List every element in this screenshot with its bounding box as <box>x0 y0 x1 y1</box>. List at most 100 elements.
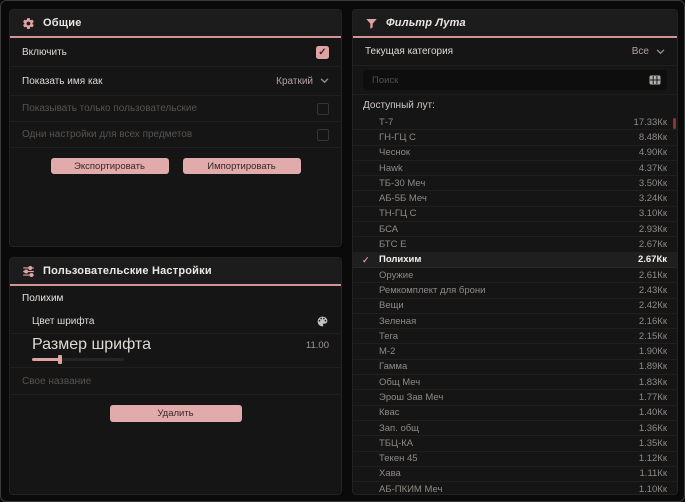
list-item-value: 2.42Кк <box>638 300 667 312</box>
list-item[interactable]: АБ-5Б Меч 3.24Кк <box>353 191 677 207</box>
font-size-value: 11.00 <box>305 339 329 351</box>
export-import-row: Экспортировать Импортировать <box>10 148 341 174</box>
list-item-name: ТБЦ-КА <box>379 437 414 449</box>
search-row <box>353 66 677 95</box>
check-icon: ✓ <box>362 254 370 265</box>
list-item[interactable]: Зеленая 2.16Кк <box>353 314 677 330</box>
list-item[interactable]: ✓ Полихим 2.67Кк <box>353 252 677 268</box>
list-item[interactable]: Вещи 2.42Кк <box>353 299 677 314</box>
show-name-select[interactable]: Краткий <box>276 76 329 87</box>
font-color-row: Цвет шрифта <box>10 310 341 334</box>
custom-panel-title: Пользовательские Настройки <box>43 265 212 277</box>
gear-icon <box>22 17 35 30</box>
list-item[interactable]: Зап. общ 1.36Кк <box>353 421 677 437</box>
list-item[interactable]: ТН-ГЦ С 3.10Кк <box>353 207 677 223</box>
list-item[interactable]: ТБЦ-КА 1.35Кк <box>353 436 677 452</box>
list-item[interactable]: Hawk 4.37Кк <box>353 161 677 177</box>
slider-fill <box>32 358 60 361</box>
list-item[interactable]: Тега 2.15Кк <box>353 329 677 345</box>
show-name-value: Краткий <box>276 75 313 87</box>
custom-settings-panel: Пользовательские Настройки Полихим Цвет … <box>9 257 342 495</box>
list-item-name: Hawk <box>379 162 403 174</box>
list-item[interactable]: Гамма 1.89Кк <box>353 360 677 376</box>
list-item-value: 1.11Кк <box>639 468 667 480</box>
list-item-value: 1.10Кк <box>638 483 667 495</box>
list-item-name: Зап. общ <box>379 422 419 434</box>
window-frame: Общие Включить ✓ Показать имя как Кратки… <box>0 0 685 502</box>
list-item[interactable]: Эрош Зав Меч 1.77Кк <box>353 390 677 406</box>
loot-filter-panel: Фильтр Лута Текущая категория Все Поиск … <box>352 9 678 495</box>
list-item-name: М-2 <box>379 346 396 358</box>
selected-item-row: Полихим <box>10 286 341 310</box>
list-item[interactable]: Текен 45 1.12Кк <box>353 452 677 467</box>
list-item-value: 3.10Кк <box>638 208 667 220</box>
same-settings-checkbox[interactable] <box>317 128 329 141</box>
list-item[interactable]: Общ Меч 1.83Кк <box>353 375 677 391</box>
list-item[interactable]: ГН-ГЦ С 8.48Кк <box>353 130 677 146</box>
list-item-name: Полихим <box>379 254 422 266</box>
same-settings-label: Одни настройки для всех предметов <box>22 129 193 140</box>
list-item-value: 2.16Кк <box>638 315 667 327</box>
list-item[interactable]: Ремкомплект для брони 2.43Кк <box>353 283 677 299</box>
loot-panel-header: Фильтр Лута <box>353 10 677 38</box>
custom-panel-header: Пользовательские Настройки <box>10 258 341 286</box>
list-item[interactable]: Квас 1.40Кк <box>353 406 677 421</box>
category-value: Все <box>631 46 649 57</box>
import-button[interactable]: Импортировать <box>182 158 301 174</box>
list-item-value: 2.61Кк <box>638 269 667 281</box>
list-item-name: ТН-ГЦ С <box>379 208 417 220</box>
list-item-name: Т-7 <box>379 116 394 128</box>
custom-name-input[interactable] <box>10 368 341 395</box>
list-item-value: 2.43Кк <box>638 284 667 296</box>
show-name-label: Показать имя как <box>22 75 103 87</box>
general-settings-panel: Общие Включить ✓ Показать имя как Кратки… <box>9 9 342 247</box>
palette-icon[interactable] <box>316 315 329 328</box>
list-item-name: Ремкомплект для брони <box>379 284 486 296</box>
list-item-value: 1.77Кк <box>638 391 667 403</box>
list-item-name: Гамма <box>379 361 408 373</box>
list-item-value: 2.93Кк <box>638 223 667 235</box>
only-custom-row: Показывать только пользовательские <box>10 96 341 122</box>
only-custom-label: Показывать только пользовательские <box>22 103 197 114</box>
list-item[interactable]: М-2 1.90Кк <box>353 344 677 360</box>
only-custom-checkbox[interactable] <box>317 102 329 115</box>
enable-checkbox[interactable]: ✓ <box>316 45 329 59</box>
list-item-name: Общ Меч <box>379 376 421 388</box>
list-item[interactable]: Оружие 2.61Кк <box>353 268 677 284</box>
list-item-value: 17.33Кк <box>633 116 667 128</box>
delete-button[interactable]: Удалить <box>109 405 242 422</box>
available-loot-label: Доступный лут: <box>363 99 435 111</box>
chevron-down-icon <box>320 78 329 84</box>
list-item-name: Эрош Зав Меч <box>379 391 444 403</box>
chevron-down-icon <box>656 48 665 55</box>
list-item-value: 2.67Кк <box>638 239 667 251</box>
list-item-value: 3.24Кк <box>638 193 667 205</box>
slider-handle[interactable] <box>58 355 62 364</box>
loot-panel-title: Фильтр Лута <box>386 17 466 29</box>
font-size-slider[interactable] <box>32 355 124 364</box>
list-item-name: Хава <box>379 468 401 480</box>
font-color-label: Цвет шрифта <box>32 316 95 327</box>
export-button[interactable]: Экспортировать <box>50 158 169 174</box>
font-size-row: Размер шрифта 11.00 <box>10 334 341 368</box>
list-item-name: ГН-ГЦ С <box>379 131 416 143</box>
list-item[interactable]: Чеснок 4.90Кк <box>353 146 677 161</box>
list-item[interactable]: АБ-ПКИМ Меч 1.10Кк <box>353 482 677 495</box>
funnel-icon <box>365 17 378 30</box>
list-item-name: Квас <box>379 407 400 419</box>
list-item[interactable]: БТС Е 2.67Кк <box>353 237 677 253</box>
list-item[interactable]: БСА 2.93Кк <box>353 222 677 238</box>
list-item[interactable]: ТБ-30 Меч 3.50Кк <box>353 176 677 192</box>
grid-view-icon[interactable] <box>649 75 661 85</box>
search-input[interactable] <box>372 74 643 86</box>
list-item-name: ТБ-30 Меч <box>379 177 426 189</box>
category-select[interactable]: Все <box>632 46 665 57</box>
list-item-value: 1.83Кк <box>638 376 667 388</box>
available-loot-row: Доступный лут: <box>353 95 677 115</box>
list-item-value: 1.35Кк <box>638 437 667 449</box>
list-item-name: Оружие <box>379 269 414 281</box>
loot-list: Т-7 17.33Кк ГН-ГЦ С 8.48Кк Чеснок 4.90Кк… <box>353 115 677 495</box>
list-item-value: 1.89Кк <box>638 361 667 373</box>
list-item[interactable]: Хава 1.11Кк <box>353 467 677 483</box>
list-item[interactable]: Т-7 17.33Кк <box>353 115 677 131</box>
